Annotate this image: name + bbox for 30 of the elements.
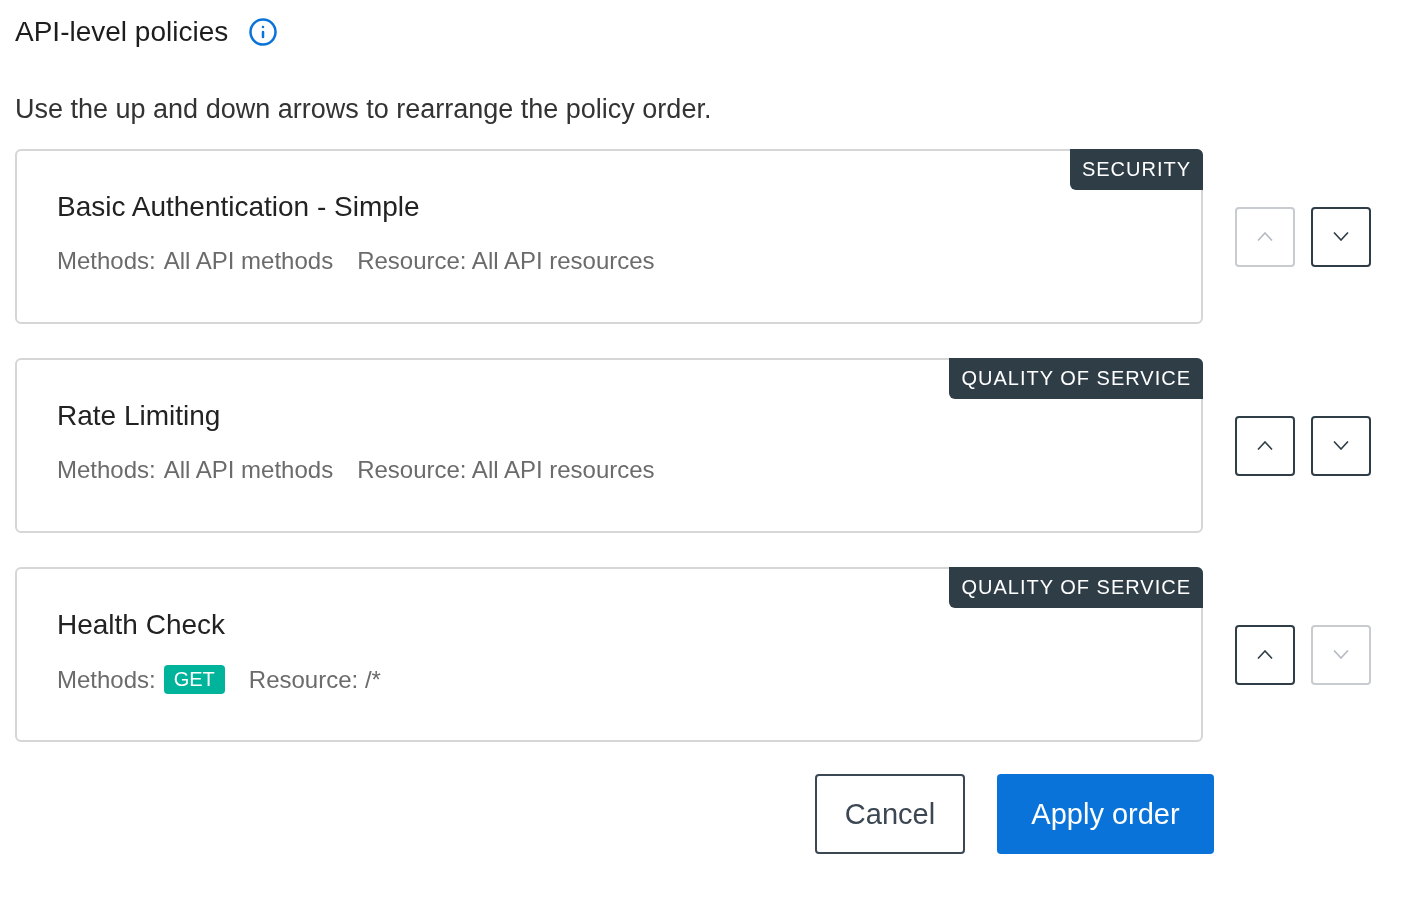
policy-name: Health Check xyxy=(57,609,227,641)
section-title: API-level policies xyxy=(15,16,229,48)
cancel-button[interactable]: Cancel xyxy=(815,774,965,854)
methods-label: Methods: xyxy=(57,665,156,694)
policy-name: Basic Authentication - Simple xyxy=(57,191,421,223)
chevron-down-icon xyxy=(1333,650,1349,659)
methods-label: Methods: xyxy=(57,247,156,275)
method-tag: GET xyxy=(163,665,225,694)
info-icon[interactable] xyxy=(248,17,279,47)
chevron-down-icon xyxy=(1333,232,1349,241)
chevron-up-icon xyxy=(1257,441,1273,450)
methods-value: All API methods xyxy=(163,456,334,484)
instructions-text: Use the up and down arrows to rearrange the policy order. xyxy=(15,94,713,125)
resource-text: Resource: All API resources xyxy=(357,247,655,275)
move-up-button[interactable] xyxy=(1235,624,1295,685)
chevron-up-icon xyxy=(1257,650,1273,659)
move-down-button[interactable] xyxy=(1311,415,1371,476)
chevron-down-icon xyxy=(1333,441,1349,450)
category-badge: QUALITY OF SERVICE xyxy=(949,358,1203,399)
chevron-up-icon xyxy=(1257,232,1273,241)
move-down-button[interactable] xyxy=(1311,206,1371,267)
methods-value: All API methods xyxy=(163,247,334,275)
resource-text: Resource: /* xyxy=(248,665,381,694)
methods-label: Methods: xyxy=(57,456,156,484)
category-badge: QUALITY OF SERVICE xyxy=(949,567,1203,608)
category-badge: SECURITY xyxy=(1069,149,1203,190)
apply-order-button[interactable]: Apply order xyxy=(997,774,1214,854)
move-up-button[interactable] xyxy=(1235,415,1295,476)
resource-text: Resource: All API resources xyxy=(357,456,655,484)
policy-name: Rate Limiting xyxy=(57,400,222,432)
